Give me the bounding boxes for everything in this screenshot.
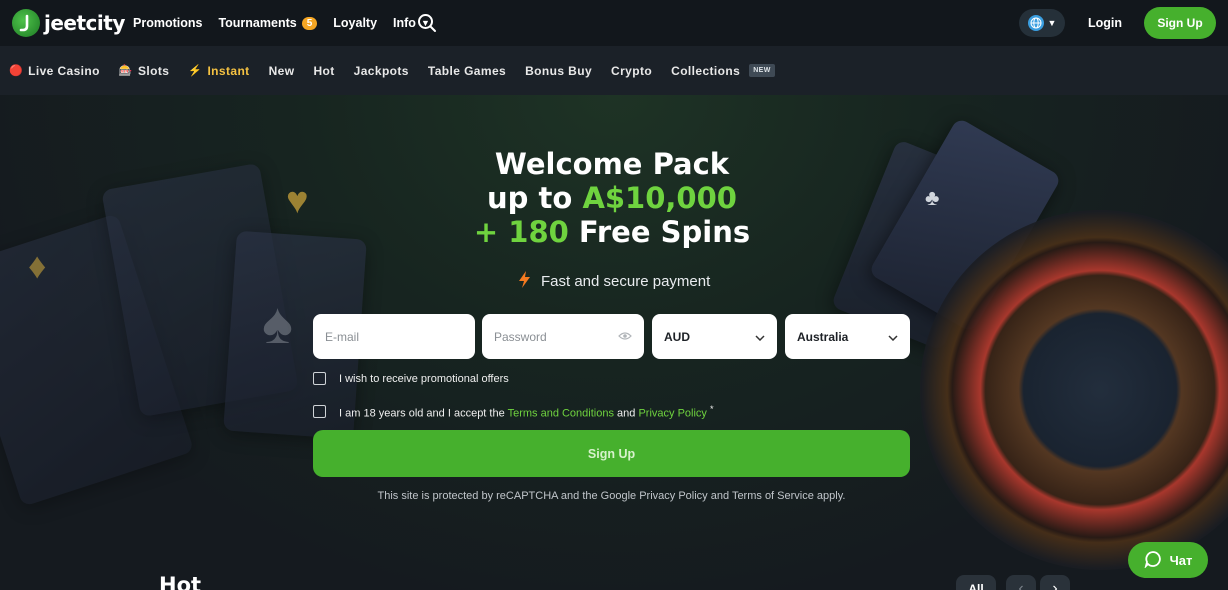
hero-upto-text: up to [487, 181, 573, 215]
category-hot[interactable]: Hot [313, 64, 334, 78]
category-jackpots[interactable]: Jackpots [354, 64, 409, 78]
top-nav: Promotions Tournaments 5 Loyalty Info ▼ [133, 0, 430, 46]
heart-icon: ♥ [286, 180, 309, 222]
age-checkbox-row: I am 18 years old and I accept the Terms… [313, 404, 714, 420]
chat-button[interactable]: Чат [1128, 542, 1208, 578]
promo-checkbox-label: I wish to receive promotional offers [339, 372, 509, 385]
chat-label: Чат [1169, 552, 1193, 568]
password-field[interactable]: Password [482, 314, 644, 359]
chat-bubble-icon [1143, 550, 1162, 571]
payment-info: Fast and secure payment [516, 270, 710, 293]
email-field[interactable]: E-mail [313, 314, 475, 359]
chevron-down-icon [888, 330, 898, 344]
required-mark: * [709, 404, 714, 414]
logo[interactable]: jeetcity [12, 9, 125, 37]
promo-checkbox-row: I wish to receive promotional offers [313, 372, 509, 385]
nav-info-label: Info [393, 16, 416, 30]
logo-text: jeetcity [44, 11, 125, 35]
section-heading-hot: Hot [159, 573, 202, 590]
promo-checkbox[interactable] [313, 372, 326, 385]
hero-title-line3: + 180 Free Spins [400, 215, 824, 249]
nav-tournaments[interactable]: Tournaments 5 [218, 16, 318, 30]
category-crypto[interactable]: Crypto [611, 64, 652, 78]
eye-icon[interactable] [618, 330, 632, 344]
category-label: Live Casino [28, 63, 100, 78]
hero-amount: A$10,000 [582, 181, 737, 215]
all-button[interactable]: All [956, 575, 996, 590]
nav-promotions[interactable]: Promotions [133, 16, 202, 30]
terms-link[interactable]: Terms and Conditions [508, 408, 614, 420]
payment-text: Fast and secure payment [541, 273, 711, 290]
currency-value: AUD [664, 329, 690, 344]
club-icon: ♣ [925, 185, 940, 210]
category-new[interactable]: New [269, 64, 295, 78]
search-icon[interactable] [416, 12, 438, 34]
recaptcha-notice: This site is protected by reCAPTCHA and … [377, 490, 846, 502]
slots-icon: 🎰 [118, 65, 133, 77]
signup-submit-button[interactable]: Sign Up [313, 430, 910, 477]
chevron-right-icon[interactable]: › [1040, 575, 1070, 590]
top-header: jeetcity Promotions Tournaments 5 Loyalt… [0, 0, 1228, 46]
nav-tournaments-label: Tournaments [218, 16, 297, 30]
category-table-games[interactable]: Table Games [428, 64, 506, 78]
email-placeholder: E-mail [325, 329, 360, 344]
signup-button-header[interactable]: Sign Up [1144, 7, 1216, 39]
diamond-icon: ♦ [28, 245, 47, 286]
hero-title-line1: Welcome Pack [494, 147, 730, 181]
tournaments-count-badge: 5 [301, 16, 318, 30]
nav-loyalty[interactable]: Loyalty [333, 16, 377, 30]
category-label: Instant [207, 63, 250, 78]
lightning-icon [516, 270, 533, 293]
category-nav: 🔴 Live Casino 🎰 Slots ⚡ Instant New Hot … [0, 46, 1228, 95]
globe-icon [1027, 15, 1044, 31]
country-select[interactable]: Australia [785, 314, 910, 359]
category-collections[interactable]: Collections NEW [671, 64, 775, 78]
hero-banner: ♥ ♠ ♦ ♣ Welcome Pack up to A$10,000 + 18… [0, 95, 1228, 590]
age-checkbox[interactable] [313, 405, 326, 419]
chevron-left-icon[interactable]: ‹ [1006, 575, 1036, 590]
logo-icon [12, 9, 40, 37]
category-instant[interactable]: ⚡ Instant [188, 64, 249, 78]
privacy-link[interactable]: Privacy Policy [638, 408, 706, 420]
category-bonus-buy[interactable]: Bonus Buy [525, 64, 592, 78]
login-button[interactable]: Login [1078, 8, 1132, 38]
hero-free-spins: Free Spins [578, 215, 751, 249]
and-text: and [617, 407, 636, 420]
hero-spins-count: + 180 [473, 215, 569, 249]
hero-title: Welcome Pack up to A$10,000 + 180 Free S… [400, 147, 824, 249]
lightning-icon: ⚡ [188, 65, 203, 77]
chevron-down-icon [755, 330, 765, 344]
currency-select[interactable]: AUD [652, 314, 777, 359]
country-value: Australia [797, 329, 849, 344]
category-label: Collections [671, 63, 741, 78]
age-checkbox-label: I am 18 years old and I accept the Terms… [339, 404, 714, 420]
category-slots[interactable]: 🎰 Slots [119, 64, 169, 78]
chevron-down-icon: ▼ [1047, 18, 1057, 28]
category-live-casino[interactable]: 🔴 Live Casino [9, 64, 100, 78]
spade-icon: ♠ [262, 291, 293, 356]
password-placeholder: Password [494, 329, 547, 344]
roulette-icon: 🔴 [9, 65, 24, 77]
age-text: I am 18 years old and I accept the [339, 407, 505, 420]
new-badge: NEW [749, 64, 775, 77]
hero-title-line2: up to A$10,000 [400, 181, 824, 215]
category-label: Slots [137, 63, 170, 78]
language-selector[interactable]: ▼ [1019, 9, 1065, 37]
